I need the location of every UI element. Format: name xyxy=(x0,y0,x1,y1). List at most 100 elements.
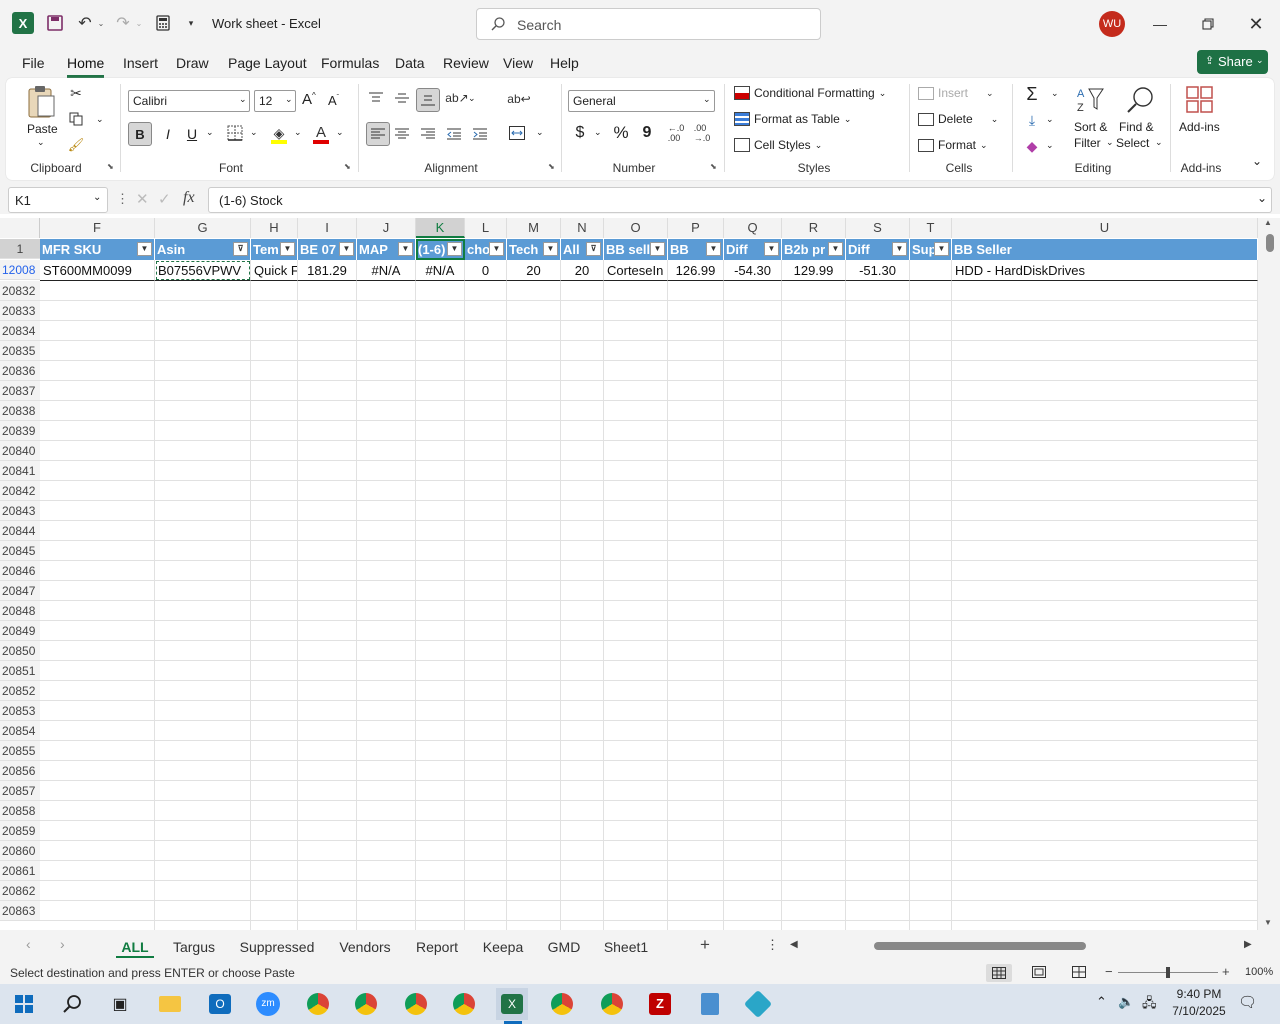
column-header-s[interactable]: S xyxy=(846,218,910,238)
italic-button[interactable]: I xyxy=(158,122,178,146)
minimize-icon[interactable]: — xyxy=(1148,12,1172,36)
cell-styles-button[interactable]: Cell Styles ⌄ xyxy=(734,138,822,152)
fill-dropdown-icon[interactable]: ⌄ xyxy=(1046,114,1054,125)
filter-dropdown-icon[interactable]: ▼ xyxy=(892,242,907,256)
font-size-select[interactable]: 12 ⌄ xyxy=(254,90,296,112)
share-button[interactable]: ⇪ Share ⌄ xyxy=(1197,50,1268,74)
horizontal-scroll-thumb[interactable] xyxy=(874,942,1086,950)
redo-icon[interactable]: ↷ xyxy=(114,14,132,32)
align-bottom-icon[interactable] xyxy=(416,88,440,112)
save-icon[interactable] xyxy=(46,14,64,32)
header-cell-h[interactable]: Tem ▼ xyxy=(251,239,298,260)
tab-page-layout[interactable]: Page Layout xyxy=(228,55,307,71)
row-header[interactable]: 20861 xyxy=(0,861,40,881)
search-icon[interactable] xyxy=(56,988,88,1020)
autosum-icon[interactable]: Σ xyxy=(1022,84,1042,104)
header-cell-j[interactable]: MAP ▼ xyxy=(357,239,416,260)
column-header-u[interactable]: U xyxy=(952,218,1258,238)
cancel-entry-icon[interactable]: ✕ xyxy=(136,190,149,208)
header-cell-q[interactable]: Diff ▼ xyxy=(724,239,782,260)
comma-style-button[interactable]: 9 xyxy=(640,123,654,143)
column-header-m[interactable]: M xyxy=(507,218,561,238)
row-header[interactable]: 20846 xyxy=(0,561,40,581)
sort-filter-icon[interactable]: AZ xyxy=(1074,84,1106,116)
header-cell-u[interactable]: BB Seller xyxy=(952,239,1258,260)
data-cell-j[interactable]: #N/A xyxy=(357,260,416,281)
copy-icon[interactable] xyxy=(68,110,84,128)
filter-dropdown-icon[interactable]: ▼ xyxy=(137,242,152,256)
filter-dropdown-icon[interactable]: ▼ xyxy=(447,242,462,256)
next-sheet-icon[interactable]: › xyxy=(60,936,65,952)
paste-button[interactable]: Paste xyxy=(27,122,58,136)
alignment-launcher-icon[interactable]: ⬊ xyxy=(548,162,555,171)
data-cell-h[interactable]: Quick F xyxy=(251,260,298,281)
clock-date[interactable]: 7/10/2025 xyxy=(1170,1004,1228,1018)
clipboard-launcher-icon[interactable]: ⬊ xyxy=(107,162,114,171)
search-box[interactable]: Search xyxy=(476,8,821,40)
tab-home[interactable]: Home xyxy=(67,55,104,71)
autosum-dropdown-icon[interactable]: ⌄ xyxy=(1051,88,1059,99)
filter-label[interactable]: Filter xyxy=(1074,136,1101,150)
network-icon[interactable]: 🖧 xyxy=(1142,994,1157,1016)
select-label[interactable]: Select xyxy=(1116,136,1149,150)
file-explorer-icon[interactable] xyxy=(154,988,186,1020)
conditional-formatting-button[interactable]: Conditional Formatting ⌄ xyxy=(734,86,886,100)
align-top-icon[interactable] xyxy=(366,88,386,108)
row-header[interactable]: 20847 xyxy=(0,581,40,601)
excel-taskbar-icon[interactable]: X xyxy=(496,988,528,1020)
paste-icon[interactable] xyxy=(26,84,56,120)
filter-dropdown-icon[interactable]: ▼ xyxy=(706,242,721,256)
row-header[interactable]: 20833 xyxy=(0,301,40,321)
scroll-down-icon[interactable]: ▼ xyxy=(1264,918,1272,927)
row-header[interactable]: 20849 xyxy=(0,621,40,641)
number-format-select[interactable]: General ⌄ xyxy=(568,90,715,112)
row-header[interactable]: 20856 xyxy=(0,761,40,781)
sheet-tab-targus[interactable]: Targus xyxy=(168,936,220,958)
chevron-down-icon[interactable]: ⌄ xyxy=(1106,137,1114,148)
confirm-entry-icon[interactable]: ✓ xyxy=(158,190,171,208)
tab-view[interactable]: View xyxy=(503,55,533,71)
insert-cells-button[interactable]: Insert ⌄ xyxy=(918,86,994,100)
increase-font-icon[interactable]: A^ xyxy=(302,91,316,108)
vertical-scroll-thumb[interactable] xyxy=(1266,234,1274,252)
format-as-table-button[interactable]: Format as Table ⌄ xyxy=(734,112,851,126)
cut-icon[interactable]: ✂ xyxy=(68,84,84,102)
name-box[interactable]: K1 ⌄ xyxy=(8,187,108,213)
spreadsheet-grid[interactable]: FGHIJKLMNOPQRSTU 1 12008 20832 20833 20834 20… xyxy=(0,218,1280,930)
row-header[interactable]: 20845 xyxy=(0,541,40,561)
calculator-icon[interactable] xyxy=(154,14,172,32)
sheet-tab-vendors[interactable]: Vendors xyxy=(334,936,396,958)
chrome-profile-icon[interactable] xyxy=(546,988,578,1020)
column-header-q[interactable]: Q xyxy=(724,218,782,238)
clear-icon[interactable]: ◆ xyxy=(1022,136,1042,156)
filter-dropdown-icon[interactable]: ▼ xyxy=(764,242,779,256)
currency-button[interactable]: $ xyxy=(572,123,588,143)
row-header[interactable]: 20837 xyxy=(0,381,40,401)
vertical-scrollbar[interactable]: ▲ ▼ xyxy=(1258,218,1280,930)
decrease-font-icon[interactable]: Aˇ xyxy=(328,93,339,108)
row-header[interactable]: 20860 xyxy=(0,841,40,861)
tab-draw[interactable]: Draw xyxy=(176,55,209,71)
chrome-profile-icon[interactable] xyxy=(596,988,628,1020)
row-header[interactable]: 20853 xyxy=(0,701,40,721)
borders-icon[interactable] xyxy=(226,124,244,142)
row-header[interactable]: 20848 xyxy=(0,601,40,621)
page-layout-view-icon[interactable] xyxy=(1032,966,1048,980)
row-header[interactable]: 20844 xyxy=(0,521,40,541)
row-header[interactable]: 20836 xyxy=(0,361,40,381)
header-cell-k[interactable]: (1-6) ▼ xyxy=(416,239,465,260)
row-header[interactable]: 20854 xyxy=(0,721,40,741)
column-header-k[interactable]: K xyxy=(416,218,465,238)
format-cells-button[interactable]: Format ⌄ xyxy=(918,138,988,152)
data-cell-l[interactable]: 0 xyxy=(465,260,507,281)
filter-dropdown-icon[interactable]: ▼ xyxy=(280,242,295,256)
header-cell-t[interactable]: Sup ▼ xyxy=(910,239,952,260)
clear-dropdown-icon[interactable]: ⌄ xyxy=(1046,140,1054,151)
column-header-g[interactable]: G xyxy=(155,218,251,238)
row-header[interactable]: 20843 xyxy=(0,501,40,521)
data-cell-t[interactable] xyxy=(910,260,952,281)
user-avatar[interactable]: WU xyxy=(1099,11,1125,37)
chrome-profile-icon[interactable] xyxy=(350,988,382,1020)
row-header[interactable]: 20842 xyxy=(0,481,40,501)
chrome-icon[interactable] xyxy=(302,988,334,1020)
